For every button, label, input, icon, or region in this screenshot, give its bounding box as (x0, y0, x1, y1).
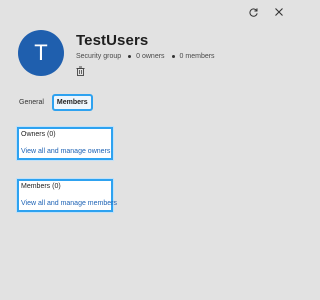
group-header: T TestUsers Security group 0 owners 0 me… (18, 30, 215, 76)
group-type: Security group (76, 53, 122, 60)
owners-count: 0 owners (136, 53, 165, 60)
view-members-link[interactable]: View all and manage members (21, 200, 117, 207)
close-icon[interactable] (271, 4, 287, 20)
group-name: TestUsers (76, 32, 149, 49)
view-owners-link[interactable]: View all and manage owners (21, 148, 110, 155)
avatar: T (18, 30, 64, 76)
members-card: Members (0) View all and manage members (17, 179, 117, 212)
bullet (171, 55, 175, 58)
window-controls (245, 4, 287, 20)
owners-card-title: Owners (0) (21, 131, 56, 138)
refresh-icon[interactable] (245, 4, 261, 20)
group-info: TestUsers Security group 0 owners 0 memb… (76, 32, 215, 76)
bullet (128, 55, 132, 58)
tab-members[interactable]: Members (51, 94, 93, 111)
tab-general[interactable]: General (17, 96, 46, 109)
members-card-title: Members (0) (21, 183, 61, 190)
tab-bar: General Members (17, 94, 93, 111)
members-count: 0 members (179, 53, 215, 60)
delete-icon[interactable] (76, 63, 86, 76)
group-meta: Security group 0 owners 0 members (76, 53, 215, 60)
owners-card: Owners (0) View all and manage owners (17, 127, 113, 160)
